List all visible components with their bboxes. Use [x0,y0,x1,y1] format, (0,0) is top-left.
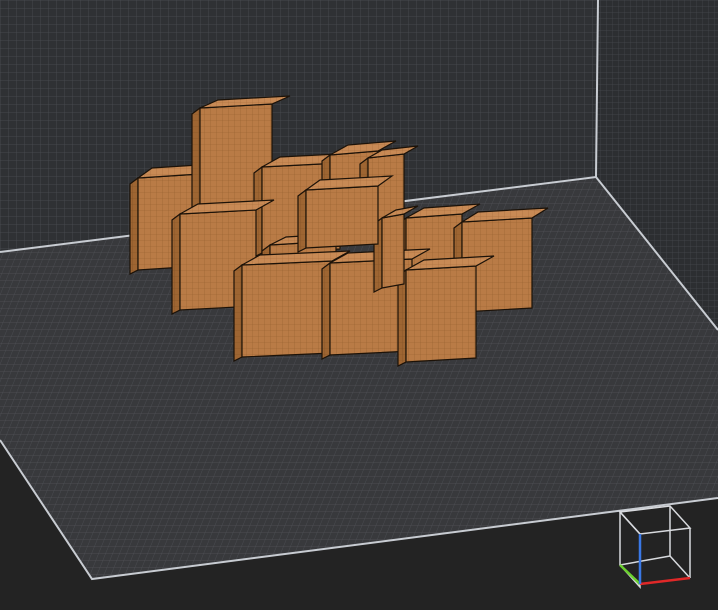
block-side-face [171,212,181,315]
block-14[interactable] [297,175,395,253]
block-front-face [305,185,379,249]
block-side-face [233,263,243,362]
block-front-face [405,265,477,363]
block-front-face [381,213,405,289]
block-side-face [321,261,331,360]
block-side-face [129,176,139,275]
block-side-face [191,106,201,211]
scene-canvas[interactable] [0,0,718,610]
block-front-face [241,260,333,358]
block-side-face [297,188,307,253]
3d-viewport[interactable] [0,0,718,610]
